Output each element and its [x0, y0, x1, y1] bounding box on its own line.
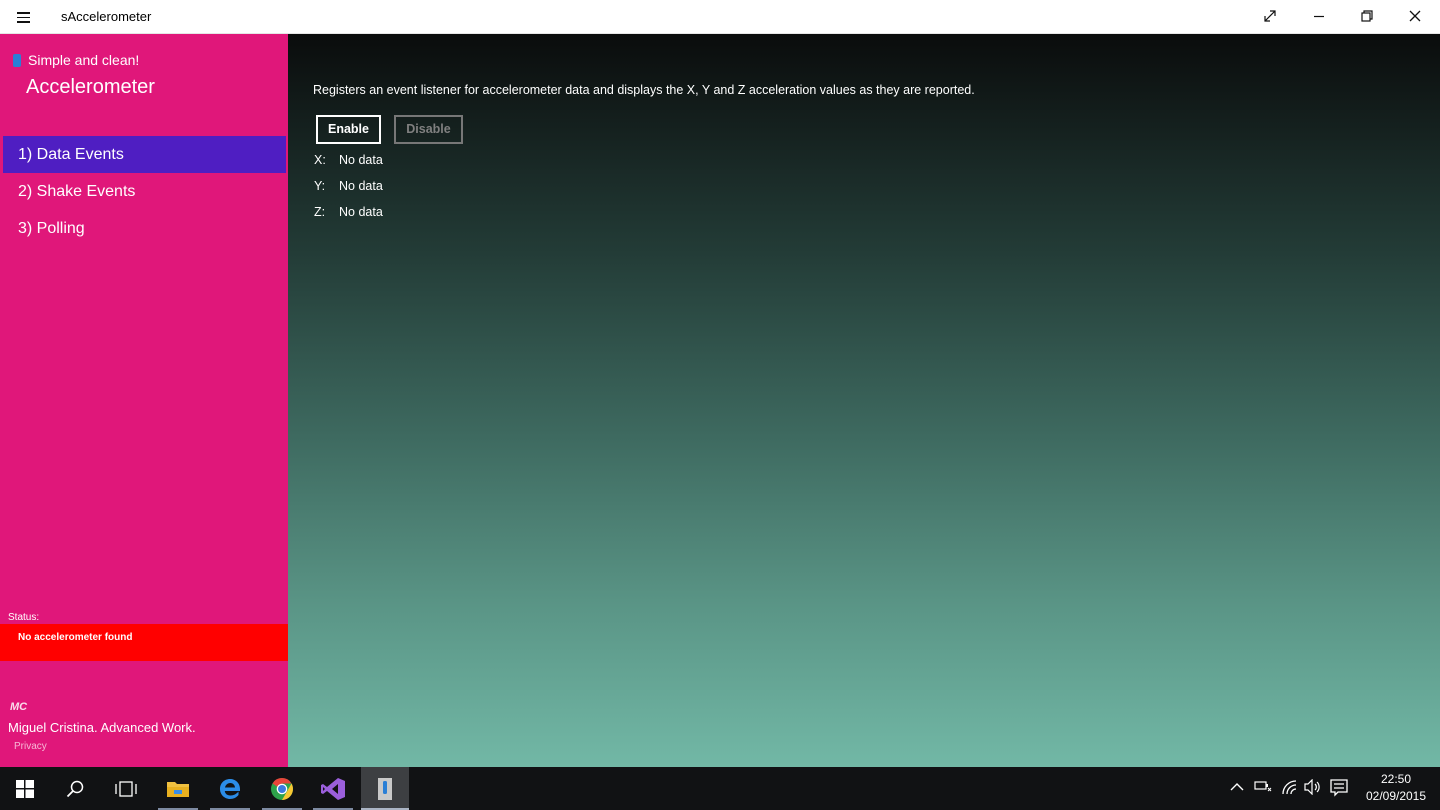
visual-studio-button[interactable] [309, 767, 357, 810]
chrome-icon [271, 777, 293, 800]
z-axis-label: Z: [314, 205, 326, 219]
file-explorer-icon [167, 781, 189, 797]
close-button[interactable] [1392, 0, 1438, 33]
task-view-button[interactable] [102, 767, 150, 810]
search-icon [66, 780, 84, 797]
expand-icon [1264, 10, 1276, 22]
nav-item-polling[interactable]: 3) Polling [3, 210, 286, 247]
x-axis-label: X: [314, 153, 326, 167]
x-reading-row: X: No data [314, 153, 383, 167]
search-button[interactable] [51, 767, 99, 810]
author-credit: Miguel Cristina. Advanced Work. [8, 720, 196, 735]
taskbar: 22:50 02/09/2015 [0, 767, 1440, 810]
start-button[interactable] [1, 767, 49, 810]
app-heading: Accelerometer [26, 76, 155, 98]
action-center-icon[interactable] [1330, 779, 1348, 797]
y-axis-label: Y: [314, 179, 326, 193]
status-message: No accelerometer found [0, 624, 288, 661]
edge-button[interactable] [206, 767, 254, 810]
z-axis-value: No data [339, 205, 383, 219]
accelerometer-app-button[interactable] [361, 767, 409, 810]
main-content: Registers an event listener for accelero… [288, 34, 1440, 767]
restore-icon [1361, 10, 1373, 22]
privacy-link[interactable]: Privacy [14, 741, 47, 752]
nav-item-shake-events[interactable]: 2) Shake Events [3, 173, 286, 210]
file-explorer-button[interactable] [154, 767, 202, 810]
status-label: Status: [8, 612, 40, 623]
brand-tagline: Simple and clean! [28, 52, 140, 68]
visual-studio-icon [321, 777, 345, 800]
scenario-nav: 1) Data Events 2) Shake Events 3) Pollin… [3, 136, 286, 247]
edge-icon [220, 778, 240, 799]
chrome-button[interactable] [258, 767, 306, 810]
restore-button[interactable] [1344, 0, 1390, 33]
z-reading-row: Z: No data [314, 205, 383, 219]
system-clock[interactable]: 22:50 02/09/2015 [1354, 771, 1438, 805]
disable-button[interactable]: Disable [394, 115, 463, 144]
scenario-description: Registers an event listener for accelero… [313, 83, 975, 97]
y-axis-value: No data [339, 179, 383, 193]
nav-item-data-events[interactable]: 1) Data Events [3, 136, 286, 173]
sidebar: Simple and clean! Accelerometer 1) Data … [0, 34, 288, 767]
title-bar: sAccelerometer [0, 0, 1440, 34]
hamburger-menu-icon[interactable] [12, 10, 36, 24]
clock-date: 02/09/2015 [1365, 789, 1427, 803]
accelerometer-app-icon [378, 777, 392, 800]
minimize-icon [1314, 15, 1324, 18]
x-axis-value: No data [339, 153, 383, 167]
clock-time: 22:50 [1380, 772, 1412, 786]
close-icon [1409, 10, 1421, 22]
task-view-icon [115, 780, 137, 797]
wifi-icon[interactable] [1281, 779, 1299, 795]
enable-button[interactable]: Enable [316, 115, 381, 144]
window-title: sAccelerometer [61, 9, 152, 24]
fullscreen-button[interactable] [1247, 0, 1293, 33]
chevron-up-icon[interactable] [1230, 782, 1244, 792]
start-icon [16, 779, 34, 798]
y-reading-row: Y: No data [314, 179, 383, 193]
minimize-button[interactable] [1296, 0, 1342, 33]
volume-icon[interactable] [1304, 779, 1322, 795]
brand-icon [13, 54, 21, 67]
author-logo: MC [10, 701, 28, 713]
power-icon[interactable] [1254, 779, 1272, 795]
